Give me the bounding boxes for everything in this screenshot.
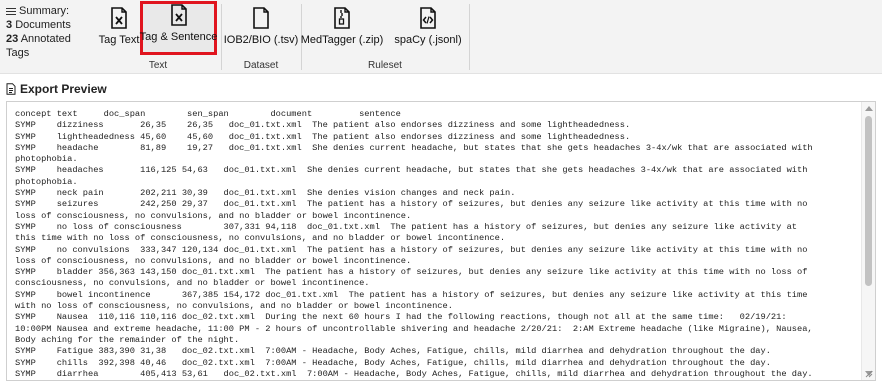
tag-text-label: Tag Text [98, 34, 140, 46]
documents-label: Documents [15, 19, 71, 31]
iob2-bio-label: IOB2/BIO (.tsv) [223, 34, 299, 46]
spacy-label: spaCy (.jsonl) [394, 34, 462, 46]
tag-and-sentence-label: Tag & Sentence [139, 31, 218, 43]
documents-count: 3 [6, 19, 13, 31]
medtagger-button[interactable]: MedTagger (.zip) [300, 4, 384, 54]
document-icon [6, 83, 16, 95]
spacy-button[interactable]: spaCy (.jsonl) [390, 4, 466, 54]
summary-tags: 23 Annotated Tags [6, 32, 94, 60]
tag-and-sentence-button[interactable]: Tag & Sentence [140, 1, 217, 55]
summary-documents: 3 Documents [6, 18, 94, 32]
list-icon [6, 7, 16, 16]
summary-panel: Summary: 3 Documents 23 Annotated Tags [6, 4, 94, 60]
vertical-scrollbar[interactable] [861, 102, 875, 380]
file-x-icon [111, 7, 127, 29]
group-label-dataset: Dataset [243, 60, 279, 71]
group-label-ruleset: Ruleset [368, 60, 402, 71]
export-preview-heading: Export Preview [6, 82, 107, 96]
file-x-icon [170, 4, 187, 26]
export-toolbar: Summary: 3 Documents 23 Annotated Tags T… [0, 0, 882, 74]
export-preview-title: Export Preview [20, 82, 107, 96]
iob2-bio-button[interactable]: IOB2/BIO (.tsv) [224, 4, 298, 54]
tag-text-button[interactable]: Tag Text [98, 4, 140, 54]
scrollbar-thumb[interactable] [865, 116, 872, 286]
summary-label: Summary: [19, 5, 70, 17]
scroll-up-arrow-icon[interactable] [865, 106, 873, 111]
file-zip-icon [334, 7, 350, 29]
summary-heading: Summary: [6, 4, 94, 18]
export-preview-textarea[interactable]: concept text doc_span sen_span document … [6, 101, 876, 381]
resize-grip-icon[interactable] [865, 370, 873, 378]
tags-count: 23 [6, 33, 19, 45]
file-code-icon [420, 7, 436, 29]
group-divider [469, 4, 470, 70]
export-preview-content: concept text doc_span sen_span document … [15, 109, 813, 379]
file-icon [253, 7, 269, 29]
group-label-text: Text [148, 60, 168, 71]
medtagger-label: MedTagger (.zip) [300, 34, 384, 46]
